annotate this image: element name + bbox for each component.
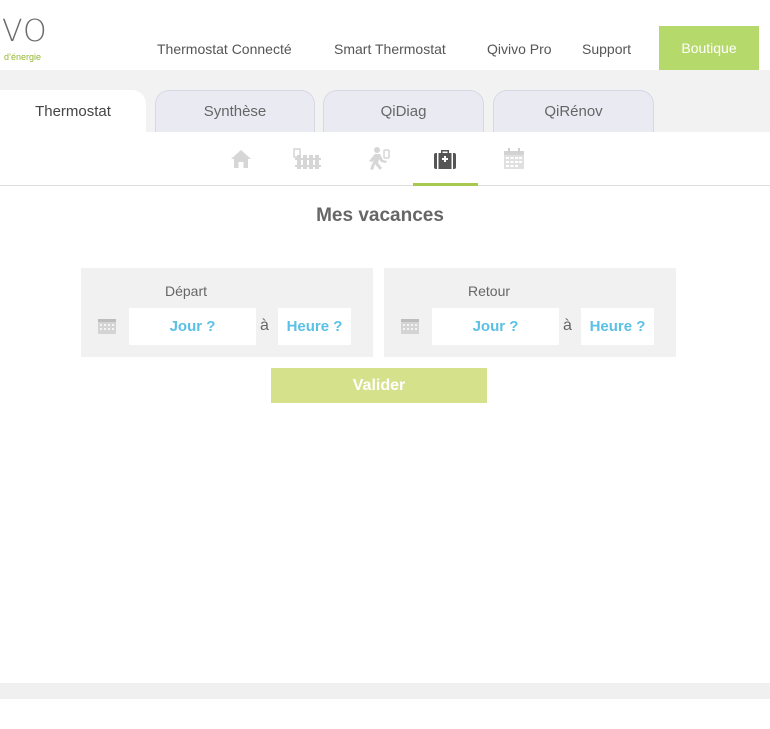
subnav-icons [0, 132, 770, 186]
calendar-icon[interactable] [400, 317, 420, 335]
logo[interactable]: VO d’énergie [0, 14, 60, 66]
tab-thermostat[interactable]: Thermostat [0, 90, 146, 132]
departure-time-field[interactable]: Heure ? [278, 308, 351, 345]
nav-link-thermostat-connecte[interactable]: Thermostat Connecté [157, 41, 292, 57]
departure-day-field[interactable]: Jour ? [129, 308, 256, 345]
departure-separator: à [260, 317, 269, 334]
nav-link-smart-thermostat[interactable]: Smart Thermostat [334, 41, 446, 57]
return-label: Retour [468, 283, 511, 299]
logo-text: VO [2, 14, 48, 49]
nav-link-qivivo-pro[interactable]: Qivivo Pro [487, 41, 552, 57]
tab-qirenov[interactable]: QiRénov [493, 90, 654, 132]
active-tab-indicator [413, 183, 478, 186]
calendar-icon[interactable] [498, 144, 530, 174]
boutique-button[interactable]: Boutique [659, 26, 759, 70]
calendar-icon[interactable] [97, 317, 117, 335]
tab-synthese[interactable]: Synthèse [155, 90, 315, 132]
departure-label: Départ [165, 283, 208, 299]
footer-divider [0, 683, 770, 699]
walking-person-icon[interactable] [362, 144, 394, 174]
return-day-field[interactable]: Jour ? [432, 308, 559, 345]
page-title: Mes vacances [316, 205, 444, 226]
logo-tagline: d’énergie [4, 52, 42, 62]
radiator-icon[interactable] [292, 144, 324, 174]
suitcase-icon[interactable] [429, 144, 461, 174]
nav-link-support[interactable]: Support [582, 41, 631, 57]
return-time-field[interactable]: Heure ? [581, 308, 654, 345]
return-separator: à [563, 317, 572, 334]
departure-panel: Départ Jour ? à Heure ? [81, 268, 373, 357]
submit-button[interactable]: Valider [271, 368, 487, 403]
return-panel: Retour Jour ? à Heure ? [384, 268, 676, 357]
site-header: VO d’énergie Thermostat Connecté Smart T… [0, 0, 770, 70]
tab-qidiag[interactable]: QiDiag [323, 90, 484, 132]
home-icon[interactable] [225, 144, 257, 174]
tabs-bar: Thermostat Synthèse QiDiag QiRénov [0, 70, 770, 132]
